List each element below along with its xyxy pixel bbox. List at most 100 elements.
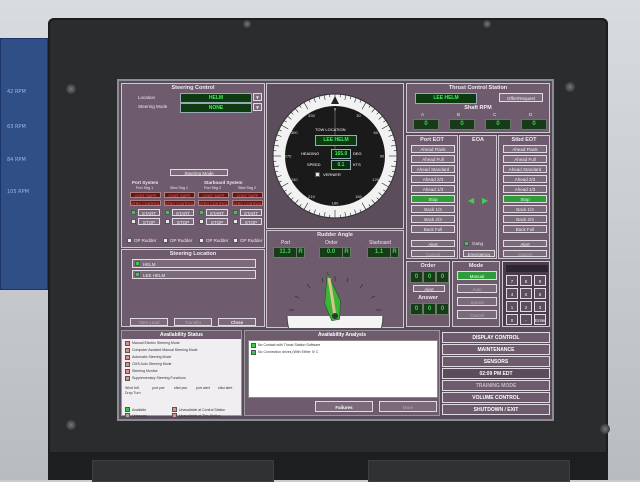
location-item-lee-helm[interactable]: LEE HELM <box>132 270 256 279</box>
failures-button[interactable]: Failures <box>315 401 373 412</box>
panel-title: Availability Analysis <box>245 331 439 339</box>
stbd-eot-order-button[interactable]: Back 2/3 <box>503 215 547 223</box>
pump-stop-checkbox[interactable] <box>165 219 170 224</box>
keypad-key[interactable]: 0 <box>506 314 518 325</box>
stbd-eot-order-button[interactable]: Stop <box>503 195 547 203</box>
port-eot-order-button[interactable]: Back Full <box>411 225 455 233</box>
pump-stop-button[interactable]: STOP <box>206 218 228 225</box>
transfer-button[interactable]: Transfer <box>174 318 212 326</box>
mode-cancel-button[interactable]: Cancel <box>457 310 497 319</box>
port-cancel-button[interactable]: Cancel <box>411 250 455 257</box>
keypad-key[interactable]: 3 <box>534 301 546 312</box>
pump-stop-checkbox[interactable] <box>131 219 136 224</box>
port-eot-order-button[interactable]: Ahead 2/3 <box>411 175 455 183</box>
keypad-key[interactable]: 2 <box>520 301 532 312</box>
legend-label: Unknown <box>132 414 147 418</box>
port-eot-order-button[interactable]: Back 1/3 <box>411 205 455 213</box>
rudder-gauge-icon <box>267 258 403 328</box>
keypad-key[interactable]: 5 <box>520 288 532 299</box>
keypad-key[interactable]: - <box>520 314 532 325</box>
button-label: Transfer <box>185 320 202 325</box>
menu-item-sensors[interactable]: SENSORS <box>442 356 550 367</box>
keypad-key[interactable]: 4 <box>506 288 518 299</box>
thrust-control-panel: Thrust Control Station LEE HELM Offer/Re… <box>406 83 550 133</box>
keypad-key[interactable]: 8 <box>520 275 532 286</box>
mode-speed-button[interactable]: Speed <box>457 297 497 306</box>
button-label: Cancel <box>518 252 532 257</box>
order-alert-button[interactable]: Alert <box>413 285 445 292</box>
keypad-key[interactable]: 6 <box>534 288 546 299</box>
stbd-eot-order-button[interactable]: Ahead Standard <box>503 165 547 173</box>
keypad-key[interactable]: Enter <box>534 314 546 325</box>
port-eot-order-button[interactable]: Back 2/3 <box>411 215 455 223</box>
keypad-key[interactable]: 7 <box>506 275 518 286</box>
pump-start-checkbox[interactable] <box>233 210 238 215</box>
menu-item-maintenance[interactable]: MAINTENANCE <box>442 344 550 355</box>
mode-auto-button[interactable]: Auto <box>457 284 497 293</box>
op-rudder-checkbox[interactable] <box>127 238 132 243</box>
op-rudder-checkbox[interactable] <box>163 238 168 243</box>
port-alert-button[interactable]: Alert <box>411 240 455 247</box>
pump-stop-checkbox[interactable] <box>199 219 204 224</box>
stbd-eot-order-button[interactable]: Ahead Flank <box>503 145 547 153</box>
pump-start-button[interactable]: START <box>240 209 262 216</box>
stbd-eot-order-button[interactable]: Ahead Full <box>503 155 547 163</box>
screw-icon <box>483 20 491 28</box>
location-dropdown-button[interactable]: ▼ <box>253 93 262 101</box>
pump-start-checkbox[interactable] <box>165 210 170 215</box>
offer-request-button[interactable]: Offer/Request <box>499 93 543 102</box>
stbd-cancel-button[interactable]: Cancel <box>503 250 547 257</box>
status-indicator <box>125 341 130 346</box>
port-eot-order-button[interactable]: Ahead Standard <box>411 165 455 173</box>
menu-item-shutdown-exit[interactable]: SHUTDOWN / EXIT <box>442 404 550 415</box>
panel-title: Stbd EOT <box>499 137 549 143</box>
rpm-value: 0 <box>485 119 511 130</box>
close-button[interactable]: Close <box>218 318 256 326</box>
port-eot-panel: Port EOT Ahead FlankAhead FullAhead Stan… <box>406 135 458 259</box>
stbd-alert-button[interactable]: Alert <box>503 240 547 247</box>
port-eot-order-button[interactable]: Ahead Flank <box>411 145 455 153</box>
menu-item-training-mode[interactable]: TRAINING MODE <box>442 380 550 391</box>
op-rudder-checkbox[interactable] <box>233 238 238 243</box>
pump-label: Stbd Strg 1 <box>170 186 188 190</box>
op-rudder-label: OP Rudder <box>206 238 228 243</box>
pump-start-button[interactable]: START <box>138 209 160 216</box>
keypad-key[interactable]: 9 <box>534 275 546 286</box>
port-eot-order-button[interactable]: Stop <box>411 195 455 203</box>
compass-ring-label: 150 <box>355 194 362 199</box>
op-rudder-checkbox[interactable] <box>199 238 204 243</box>
port-eot-order-button[interactable]: Ahead Full <box>411 155 455 163</box>
pump-stop-button[interactable]: STOP <box>240 218 262 225</box>
keypad-key[interactable]: 1 <box>506 301 518 312</box>
side-label: 105 RPM <box>7 189 29 195</box>
pump-stop-checkbox[interactable] <box>233 219 238 224</box>
rudder-angle-panel: Rudder Angle Port Order Starboard 11.3 R… <box>266 230 404 328</box>
location-item-helm[interactable]: HELM <box>132 259 256 268</box>
mode-manual-button[interactable]: Manual <box>457 271 497 280</box>
answer-label: Answer <box>407 295 449 301</box>
pump-start-button[interactable]: START <box>206 209 228 216</box>
stbd-eot-order-button[interactable]: Back Full <box>503 225 547 233</box>
order-digit: 0 <box>436 271 449 283</box>
more-button[interactable]: More <box>379 401 437 412</box>
stbd-eot-order-button[interactable]: Back 1/3 <box>503 205 547 213</box>
steering-mode-button[interactable]: Steering Mode <box>170 169 228 176</box>
button-label: Offer/Request <box>507 96 535 101</box>
stbd-eot-order-button[interactable]: Ahead 1/3 <box>503 185 547 193</box>
pump-start-button[interactable]: START <box>172 209 194 216</box>
emergency-button[interactable]: Emergency <box>463 250 495 257</box>
take-lead-button[interactable]: Take Lead <box>130 318 168 326</box>
menu-item-display-control[interactable]: DISPLAY CONTROL <box>442 332 550 343</box>
pump-stop-button[interactable]: STOP <box>138 218 160 225</box>
pump-start-checkbox[interactable] <box>199 210 204 215</box>
pump-start-checkbox[interactable] <box>131 210 136 215</box>
pump-stop-button[interactable]: STOP <box>172 218 194 225</box>
rpm-label: A <box>421 112 424 117</box>
heading-unit: DEG <box>353 151 362 156</box>
mode-dropdown-button[interactable]: ▼ <box>253 103 262 111</box>
stbd-eot-order-button[interactable]: Ahead 2/3 <box>503 175 547 183</box>
vernier-checkbox[interactable] <box>315 172 320 177</box>
port-eot-order-button[interactable]: Ahead 1/3 <box>411 185 455 193</box>
menu-item-volume-control[interactable]: VOLUME CONTROL <box>442 392 550 403</box>
gang-checkbox[interactable] <box>464 241 469 246</box>
